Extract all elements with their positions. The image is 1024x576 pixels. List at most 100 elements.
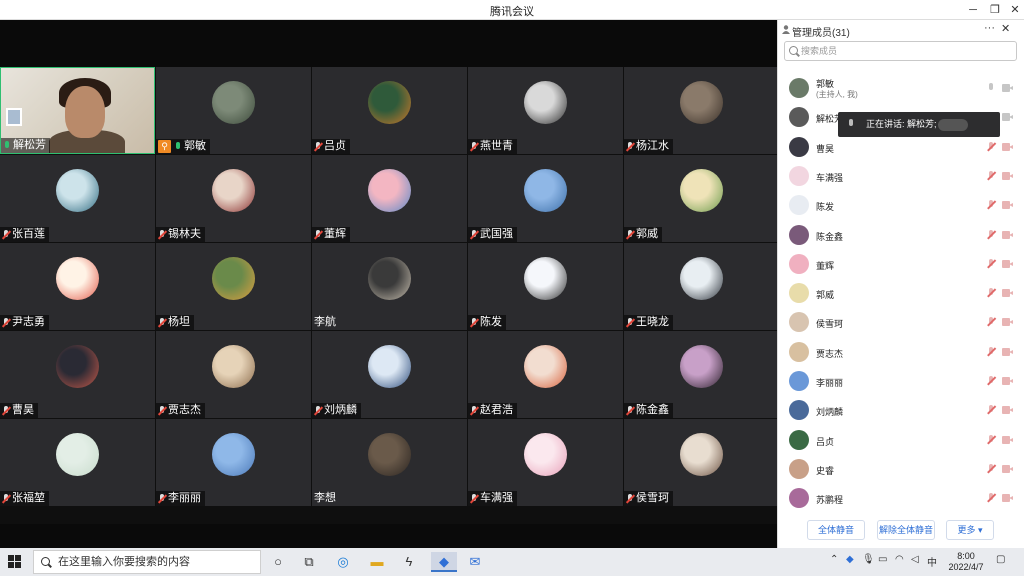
mail-icon[interactable]: ✉ (465, 552, 485, 572)
member-row[interactable]: 刘炳麟 (778, 396, 1024, 425)
tray-chevron-icon[interactable]: ⌃ (830, 554, 838, 565)
edge-browser-icon[interactable]: ◎ (333, 552, 353, 572)
member-row[interactable]: 陈发 (778, 191, 1024, 220)
minimize-button[interactable]: ─ (962, 2, 984, 18)
participant-tile[interactable]: 李丽丽 (156, 419, 311, 506)
participant-avatar (368, 433, 411, 476)
mute-all-button[interactable]: 全体静音 (807, 520, 865, 540)
participant-tile[interactable]: 吕贞 (312, 67, 467, 154)
participant-tile[interactable]: 李航 (312, 243, 467, 330)
member-row[interactable]: 吕贞 (778, 426, 1024, 455)
participant-tile[interactable]: 杨坦 (156, 243, 311, 330)
member-camera-off-icon[interactable] (1002, 347, 1013, 356)
member-row[interactable]: 郭敏 (主持人, 我) (778, 74, 1024, 103)
member-camera-off-icon[interactable] (1002, 435, 1013, 444)
member-mic-muted-icon[interactable] (987, 229, 995, 241)
member-row[interactable]: 侯雪珂 (778, 308, 1024, 337)
member-mic-muted-icon[interactable] (987, 317, 995, 328)
member-mic-muted-icon[interactable] (987, 493, 995, 504)
member-mic-icon[interactable] (987, 83, 995, 94)
participant-tile[interactable]: 李想 (312, 419, 467, 506)
participant-tile[interactable]: 张百莲 (0, 155, 155, 242)
participant-tile[interactable]: 杨江水 (624, 67, 779, 154)
member-avatar (789, 458, 809, 479)
member-row[interactable]: 车满强 (778, 162, 1024, 191)
participant-tile[interactable]: 张福堃 (0, 419, 155, 506)
participant-tile[interactable]: 董辉 (312, 155, 467, 242)
member-camera-off-icon[interactable] (1002, 142, 1013, 151)
participant-tile[interactable]: 锡林夫 (156, 155, 311, 242)
taskbar-search-input[interactable]: 在这里输入你要搜索的内容 (33, 550, 261, 574)
member-mic-muted-icon[interactable] (987, 434, 995, 446)
unmute-all-button[interactable]: 解除全体静音 (877, 520, 935, 540)
notification-icon[interactable]: ▢ (996, 554, 1005, 565)
member-mic-muted-icon[interactable] (987, 405, 995, 416)
windows-start-icon[interactable] (8, 555, 22, 569)
participant-tile[interactable]: 郭威 (624, 155, 779, 242)
participant-tile[interactable]: 武国强 (468, 155, 623, 242)
participant-tile[interactable]: 赵君浩 (468, 331, 623, 418)
member-row[interactable]: 郭威 (778, 279, 1024, 308)
member-row[interactable]: 苏鹏程 (778, 484, 1024, 513)
participant-tile[interactable]: 陈金鑫 (624, 331, 779, 418)
participant-name: 张福堃 (12, 492, 45, 504)
tray-volume-icon[interactable]: ◁ (911, 554, 919, 565)
task-view-icon[interactable]: ⧉ (299, 552, 319, 572)
member-camera-off-icon[interactable] (1002, 201, 1013, 210)
file-explorer-icon[interactable]: ▬ (367, 552, 387, 572)
participant-tile[interactable]: 王晓龙 (624, 243, 779, 330)
participant-tile[interactable]: 刘炳麟 (312, 331, 467, 418)
member-row[interactable]: 董辉 (778, 250, 1024, 279)
member-camera-off-icon[interactable] (1002, 289, 1013, 298)
member-mic-muted-icon[interactable] (987, 141, 995, 153)
participant-tile[interactable]: 燕世青 (468, 67, 623, 154)
member-camera-off-icon[interactable] (1002, 171, 1013, 180)
restore-button[interactable]: ❐ (984, 2, 1006, 18)
participant-tile[interactable]: 尹志勇 (0, 243, 155, 330)
panel-more-icon[interactable]: ··· (984, 22, 995, 34)
panel-close-icon[interactable]: ✕ (1001, 22, 1010, 35)
member-row[interactable]: 李丽丽 (778, 367, 1024, 396)
member-camera-off-icon[interactable] (1002, 318, 1013, 327)
member-camera-icon[interactable] (1002, 113, 1013, 122)
cortana-icon[interactable]: ○ (268, 552, 288, 572)
participant-tile[interactable]: 车满强 (468, 419, 623, 506)
mic-muted-icon (470, 405, 478, 416)
app-bolt-icon[interactable]: ϟ (399, 552, 419, 572)
member-mic-muted-icon[interactable] (987, 288, 995, 299)
tray-battery-icon[interactable]: ▭ (878, 554, 887, 565)
participant-tile[interactable]: 解松芳 (0, 67, 155, 154)
member-mic-muted-icon[interactable] (987, 258, 995, 270)
member-camera-off-icon[interactable] (1002, 259, 1013, 268)
tray-meeting-icon[interactable]: ◆ (846, 554, 854, 565)
participant-name-tag: 锡林夫 (156, 227, 205, 242)
member-mic-muted-icon[interactable] (987, 376, 995, 387)
tray-network-icon[interactable]: ◠ (895, 554, 904, 565)
tray-mic-icon[interactable]: 🎙 (862, 554, 875, 565)
participant-tile[interactable]: 陈发 (468, 243, 623, 330)
member-camera-off-icon[interactable] (1002, 230, 1013, 239)
member-camera-off-icon[interactable] (1002, 406, 1013, 415)
member-mic-muted-icon[interactable] (987, 200, 995, 211)
participant-tile[interactable]: 贾志杰 (156, 331, 311, 418)
member-camera-off-icon[interactable] (1002, 464, 1013, 473)
tencent-meeting-taskbar-icon[interactable]: ◆ (431, 552, 457, 572)
participant-tile[interactable]: ⚲ 郭敏 (156, 67, 311, 154)
member-row[interactable]: 陈金鑫 (778, 221, 1024, 250)
member-camera-off-icon[interactable] (1002, 494, 1013, 503)
member-mic-muted-icon[interactable] (987, 463, 995, 475)
member-camera-icon[interactable] (1002, 84, 1013, 92)
taskbar-clock[interactable]: 8:00 2022/4/7 (946, 551, 986, 573)
member-search-input[interactable]: 搜索成员 (784, 41, 1017, 61)
participant-tile[interactable]: 侯雪珂 (624, 419, 779, 506)
participant-tile[interactable]: 曹昊 (0, 331, 155, 418)
member-camera-off-icon[interactable] (1002, 377, 1013, 385)
participant-avatar (56, 345, 99, 388)
close-button[interactable]: ✕ (1004, 2, 1024, 18)
member-row[interactable]: 史睿 (778, 455, 1024, 484)
member-mic-muted-icon[interactable] (987, 170, 995, 182)
member-mic-muted-icon[interactable] (987, 346, 995, 358)
ime-indicator[interactable]: 中 (927, 554, 937, 569)
member-row[interactable]: 贾志杰 (778, 338, 1024, 367)
more-options-button[interactable]: 更多 ▾ (946, 520, 994, 540)
